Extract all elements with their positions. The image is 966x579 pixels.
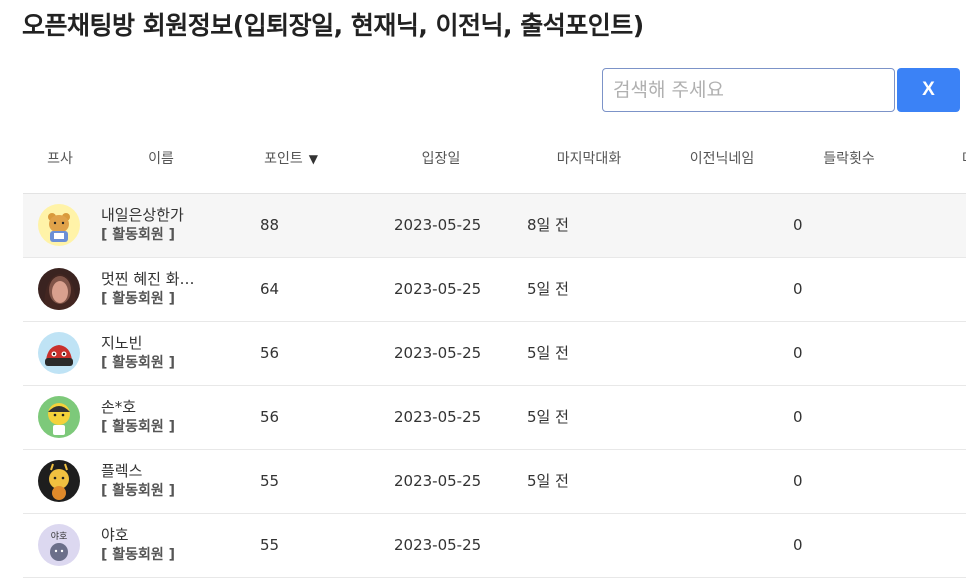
member-last-chat: 5일 전 — [527, 280, 569, 298]
car-character-icon — [38, 332, 80, 374]
profile-photo-icon — [38, 268, 80, 310]
table-row[interactable]: 지노빈 [ 활동회원 ] 56 2023-05-25 5일 전 0 — [23, 322, 966, 386]
member-name[interactable]: 야호 — [101, 525, 231, 545]
ryan-character-icon — [38, 204, 80, 246]
table-row[interactable]: 멋찐 혜진 화… [ 활동회원 ] 64 2023-05-25 5일 전 0 — [23, 258, 966, 322]
member-points: 55 — [260, 472, 280, 490]
page-title: 오픈채팅방 회원정보(입퇴장일, 현재닉, 이전닉, 출석포인트) — [22, 11, 644, 40]
column-header-cut-off: 마 — [962, 128, 966, 193]
search-input[interactable] — [602, 68, 895, 112]
member-kick-count: 0 — [793, 408, 803, 426]
member-name[interactable]: 멋찐 혜진 화… — [101, 269, 231, 289]
member-table: 프사 이름 포인트 ▼ 입장일 마지막대화 이전닉네임 들락횟수 마 — [23, 128, 966, 578]
table-header: 프사 이름 포인트 ▼ 입장일 마지막대화 이전닉네임 들락횟수 마 — [23, 128, 966, 194]
column-header-kick-count: 들락횟수 — [823, 151, 875, 167]
member-status-badge: [ 활동회원 ] — [101, 419, 176, 435]
member-join-date: 2023-05-25 — [394, 344, 482, 362]
member-join-date: 2023-05-25 — [394, 536, 482, 554]
member-points: 56 — [260, 344, 280, 362]
member-status-badge: [ 활동회원 ] — [101, 547, 176, 563]
member-status-badge: [ 활동회원 ] — [101, 483, 176, 499]
svg-text:야호: 야호 — [51, 531, 68, 542]
column-header-prev-nick: 이전닉네임 — [689, 151, 755, 167]
clear-search-button[interactable]: X — [897, 68, 960, 112]
yellow-character-icon — [38, 396, 80, 438]
table-row[interactable]: 플렉스 [ 활동회원 ] 55 2023-05-25 5일 전 0 — [23, 450, 966, 514]
column-header-name: 이름 — [148, 151, 174, 167]
member-join-date: 2023-05-25 — [394, 472, 482, 490]
member-name[interactable]: 지노빈 — [101, 333, 231, 353]
member-name[interactable]: 손*호 — [101, 397, 231, 417]
member-status-badge: [ 활동회원 ] — [101, 227, 176, 243]
member-kick-count: 0 — [793, 344, 803, 362]
sort-down-icon: ▼ — [308, 152, 318, 166]
member-join-date: 2023-05-25 — [394, 408, 482, 426]
member-name[interactable]: 내일은상한가 — [101, 205, 231, 225]
column-header-avatar: 프사 — [47, 151, 73, 167]
column-header-points[interactable]: 포인트 ▼ — [264, 128, 318, 193]
member-info-page: 오픈채팅방 회원정보(입퇴장일, 현재닉, 이전닉, 출석포인트) X 프사 이… — [0, 0, 966, 579]
member-kick-count: 0 — [793, 216, 803, 234]
member-last-chat: 5일 전 — [527, 472, 569, 490]
member-name[interactable]: 플렉스 — [101, 461, 231, 481]
table-row[interactable]: 손*호 [ 활동회원 ] 56 2023-05-25 5일 전 0 — [23, 386, 966, 450]
member-points: 55 — [260, 536, 280, 554]
yaho-character-icon: 야호 — [38, 524, 80, 566]
member-status-badge: [ 활동회원 ] — [101, 291, 176, 307]
member-status-badge: [ 활동회원 ] — [101, 355, 176, 371]
bee-character-icon — [38, 460, 80, 502]
member-join-date: 2023-05-25 — [394, 216, 482, 234]
member-join-date: 2023-05-25 — [394, 280, 482, 298]
member-points: 88 — [260, 216, 280, 234]
table-row[interactable]: 내일은상한가 [ 활동회원 ] 88 2023-05-25 8일 전 0 — [23, 194, 966, 258]
member-points: 56 — [260, 408, 280, 426]
column-header-points-label: 포인트 — [264, 151, 303, 167]
column-header-last-chat: 마지막대화 — [556, 151, 622, 167]
member-last-chat: 8일 전 — [527, 216, 569, 234]
member-points: 64 — [260, 280, 280, 298]
member-kick-count: 0 — [793, 472, 803, 490]
member-last-chat: 5일 전 — [527, 344, 569, 362]
column-header-join-date: 입장일 — [421, 151, 461, 167]
table-row[interactable]: 야호 야호 [ 활동회원 ] 55 2023-05-25 0 — [23, 514, 966, 578]
member-kick-count: 0 — [793, 536, 803, 554]
member-kick-count: 0 — [793, 280, 803, 298]
member-last-chat: 5일 전 — [527, 408, 569, 426]
